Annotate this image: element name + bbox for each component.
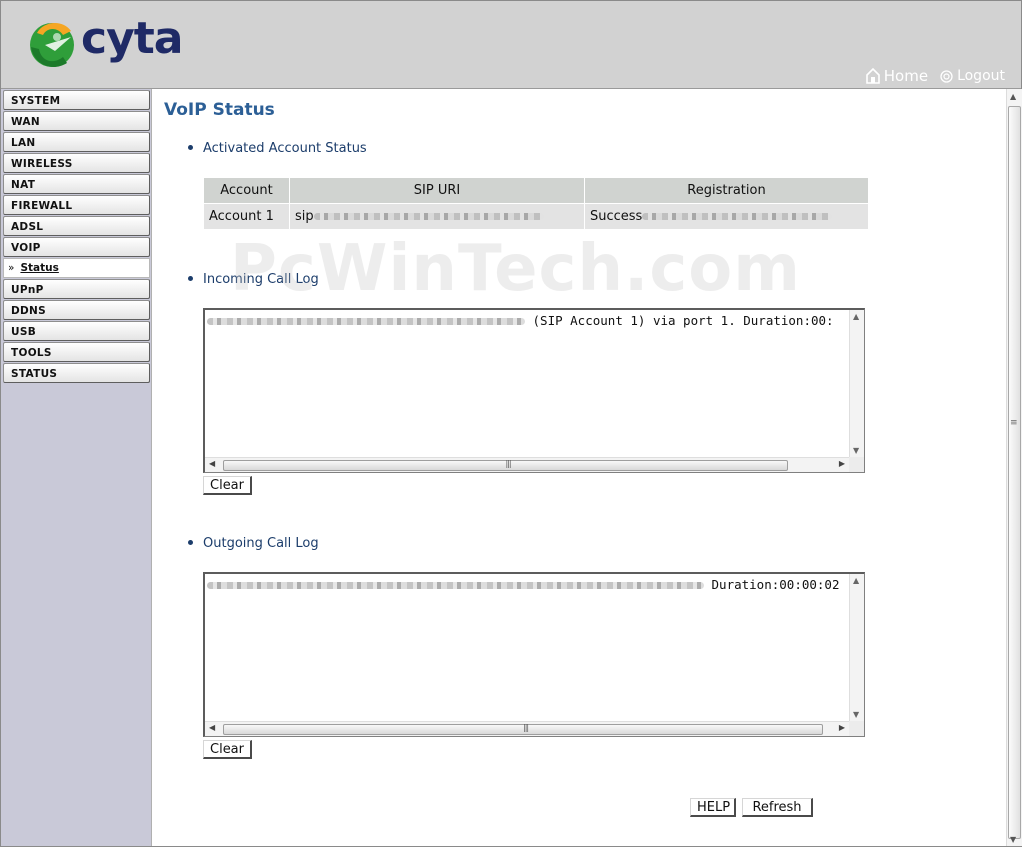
registration-cell: Success bbox=[584, 203, 869, 230]
log-line-text: Duration:00:00:02 bbox=[711, 577, 840, 592]
incoming-log-textarea[interactable]: (SIP Account 1) via port 1. Duration:00:… bbox=[203, 308, 865, 473]
section-heading: Incoming Call Log bbox=[203, 272, 319, 287]
page-title: VoIP Status bbox=[164, 100, 275, 120]
vertical-scrollbar[interactable]: ▲ ▼ bbox=[849, 310, 864, 457]
clear-outgoing-button[interactable]: Clear bbox=[203, 740, 252, 759]
header-bar: cyta Home Logout bbox=[1, 1, 1021, 89]
scroll-down-icon[interactable]: ▼ bbox=[853, 446, 859, 455]
sidebar-item-wan[interactable]: WAN bbox=[3, 111, 150, 131]
sidebar-item-lan[interactable]: LAN bbox=[3, 132, 150, 152]
section-account-status: Activated Account Status bbox=[188, 141, 367, 156]
grip-icon: ||| bbox=[505, 459, 512, 468]
sidebar-item-firewall[interactable]: FIREWALL bbox=[3, 195, 150, 215]
outgoing-log-textarea[interactable]: Duration:00:00:02 ▲ ▼ ◀ ||| ▶ bbox=[203, 572, 865, 737]
table-row: Account 1 sip Success bbox=[203, 203, 869, 230]
scroll-down-icon[interactable]: ▼ bbox=[1010, 835, 1016, 844]
section-incoming-log: Incoming Call Log bbox=[188, 272, 319, 287]
sidebar-item-wireless[interactable]: WIRELESS bbox=[3, 153, 150, 173]
cyta-logo: cyta bbox=[25, 13, 183, 79]
scroll-up-icon[interactable]: ▲ bbox=[853, 576, 859, 585]
logout-label: Logout bbox=[957, 68, 1005, 84]
sidebar-menu: SYSTEM WAN LAN WIRELESS NAT FIREWALL ADS… bbox=[3, 90, 150, 384]
scroll-right-icon[interactable]: ▶ bbox=[839, 723, 845, 732]
bullet-icon bbox=[188, 540, 193, 545]
page-scrollbar-thumb[interactable] bbox=[1008, 106, 1021, 839]
page-scrollbar[interactable]: ▲ ≡ ▼ bbox=[1006, 89, 1022, 846]
sidebar-item-usb[interactable]: USB bbox=[3, 321, 150, 341]
clear-incoming-button[interactable]: Clear bbox=[203, 476, 252, 495]
scroll-corner bbox=[849, 457, 864, 472]
redacted-text bbox=[642, 213, 833, 220]
scroll-corner bbox=[849, 721, 864, 736]
sidebar-subitem-status[interactable]: » Status bbox=[3, 258, 150, 278]
section-heading: Outgoing Call Log bbox=[203, 536, 319, 551]
sidebar-item-voip[interactable]: VOIP bbox=[3, 237, 150, 257]
log-line: Duration:00:00:02 bbox=[207, 577, 839, 592]
sidebar-item-nat[interactable]: NAT bbox=[3, 174, 150, 194]
power-icon bbox=[940, 69, 953, 83]
account-cell: Account 1 bbox=[203, 203, 290, 230]
account-table: Account SIP URI Registration Account 1 s… bbox=[203, 177, 869, 230]
column-header: Account bbox=[203, 177, 290, 204]
sidebar-item-upnp[interactable]: UPnP bbox=[3, 279, 150, 299]
cyta-globe-icon bbox=[30, 22, 74, 68]
bullet-icon bbox=[188, 145, 193, 150]
scroll-up-icon[interactable]: ▲ bbox=[1010, 92, 1016, 101]
submenu-arrow-icon: » bbox=[8, 262, 15, 274]
home-icon bbox=[865, 68, 880, 84]
sidebar: SYSTEM WAN LAN WIRELESS NAT FIREWALL ADS… bbox=[1, 89, 152, 846]
redacted-text bbox=[313, 213, 544, 220]
home-label: Home bbox=[883, 67, 929, 85]
sidebar-item-tools[interactable]: TOOLS bbox=[3, 342, 150, 362]
brand-name: cyta bbox=[81, 13, 183, 64]
redacted-text bbox=[207, 582, 704, 589]
table-header-row: Account SIP URI Registration bbox=[203, 177, 869, 204]
horizontal-scrollbar[interactable]: ◀ ||| ▶ bbox=[205, 721, 849, 736]
sidebar-item-system[interactable]: SYSTEM bbox=[3, 90, 150, 110]
vertical-scrollbar[interactable]: ▲ ▼ bbox=[849, 574, 864, 721]
help-button[interactable]: HELP bbox=[690, 798, 736, 817]
column-header: SIP URI bbox=[289, 177, 585, 204]
section-outgoing-log: Outgoing Call Log bbox=[188, 536, 319, 551]
grip-icon: ≡ bbox=[1010, 418, 1018, 428]
column-header: Registration bbox=[584, 177, 869, 204]
refresh-button[interactable]: Refresh bbox=[742, 798, 813, 817]
grip-icon: ||| bbox=[523, 723, 529, 732]
scroll-left-icon[interactable]: ◀ bbox=[209, 459, 215, 468]
main-content: VoIP Status Activated Account Status Acc… bbox=[153, 89, 1006, 846]
sip-uri-cell: sip bbox=[289, 203, 585, 230]
scrollbar-thumb[interactable]: ||| bbox=[223, 459, 788, 471]
sidebar-item-ddns[interactable]: DDNS bbox=[3, 300, 150, 320]
sip-uri-value: sip bbox=[295, 209, 314, 224]
sidebar-subitem-label: Status bbox=[20, 262, 59, 274]
home-link[interactable]: Home bbox=[865, 67, 929, 85]
horizontal-scrollbar[interactable]: ◀ ||| ▶ bbox=[205, 457, 849, 472]
scroll-left-icon[interactable]: ◀ bbox=[209, 723, 215, 732]
bullet-icon bbox=[188, 276, 193, 281]
section-heading: Activated Account Status bbox=[203, 141, 367, 156]
sidebar-item-adsl[interactable]: ADSL bbox=[3, 216, 150, 236]
top-links: Home Logout bbox=[865, 67, 1005, 85]
logout-link[interactable]: Logout bbox=[940, 68, 1005, 84]
scroll-up-icon[interactable]: ▲ bbox=[853, 312, 859, 321]
sidebar-item-status[interactable]: STATUS bbox=[3, 363, 150, 383]
redacted-text bbox=[207, 318, 525, 325]
scroll-down-icon[interactable]: ▼ bbox=[853, 710, 859, 719]
scroll-right-icon[interactable]: ▶ bbox=[839, 459, 845, 468]
registration-value: Success bbox=[590, 209, 643, 224]
scrollbar-thumb[interactable]: ||| bbox=[223, 723, 823, 735]
log-line-text: (SIP Account 1) via port 1. Duration:00: bbox=[532, 313, 834, 328]
log-line: (SIP Account 1) via port 1. Duration:00: bbox=[207, 313, 834, 328]
